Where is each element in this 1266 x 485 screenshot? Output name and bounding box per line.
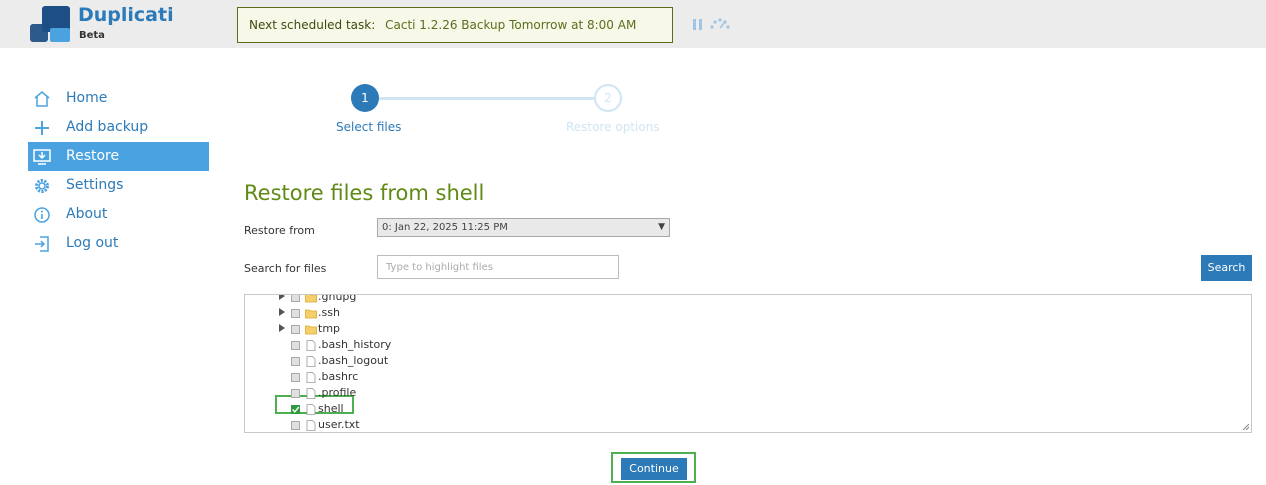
tree-row-label: .gnupg bbox=[318, 294, 357, 303]
continue-button[interactable]: Continue bbox=[621, 458, 687, 480]
folder-icon bbox=[305, 325, 317, 335]
gear-icon bbox=[35, 179, 49, 193]
sidebar-item-add-backup[interactable]: Add backup bbox=[28, 113, 209, 142]
tree-row[interactable]: tmp bbox=[245, 321, 1245, 337]
restore-icon bbox=[33, 149, 51, 165]
checkbox[interactable] bbox=[291, 341, 300, 350]
tree-row-label: shell bbox=[318, 402, 344, 415]
search-button[interactable]: Search bbox=[1201, 255, 1252, 281]
sidebar-item-label: Add backup bbox=[66, 119, 149, 135]
expand-arrow-icon[interactable] bbox=[279, 308, 285, 316]
sidebar-item-label: Settings bbox=[66, 177, 124, 193]
file-icon bbox=[306, 420, 316, 431]
plus-icon bbox=[35, 121, 49, 135]
sidebar-nav: Home Add backup Restore Settings About L… bbox=[28, 84, 209, 258]
app-title: Duplicati bbox=[78, 4, 174, 26]
checkbox[interactable] bbox=[291, 295, 300, 302]
info-icon bbox=[34, 207, 50, 223]
sidebar-item-label: Restore bbox=[66, 148, 120, 164]
app-subtitle: Beta bbox=[79, 30, 105, 41]
folder-icon bbox=[305, 295, 317, 303]
tree-row[interactable]: shell bbox=[245, 401, 1245, 417]
checkbox[interactable] bbox=[291, 389, 300, 398]
tree-row[interactable]: .ssh bbox=[245, 305, 1245, 321]
file-icon bbox=[306, 388, 316, 399]
step-1-circle[interactable]: 1 bbox=[351, 84, 379, 112]
scheduled-task-banner: Next scheduled task: Cacti 1.2.26 Backup… bbox=[237, 7, 673, 43]
sidebar-item-label: About bbox=[66, 206, 108, 222]
page-title: Restore files from shell bbox=[244, 181, 485, 205]
sidebar-item-about[interactable]: About bbox=[28, 200, 209, 229]
tree-row[interactable]: .gnupg bbox=[245, 294, 1245, 305]
tree-row[interactable]: .bash_logout bbox=[245, 353, 1245, 369]
sidebar-item-settings[interactable]: Settings bbox=[28, 171, 209, 200]
pause-icon[interactable] bbox=[693, 19, 703, 30]
sidebar-item-home[interactable]: Home bbox=[28, 84, 209, 113]
checkbox[interactable] bbox=[291, 357, 300, 366]
search-input[interactable] bbox=[377, 255, 619, 279]
search-label: Search for files bbox=[244, 262, 327, 275]
expand-arrow-icon[interactable] bbox=[279, 295, 285, 300]
tree-row-label: .bash_logout bbox=[318, 354, 389, 367]
checkbox[interactable] bbox=[291, 373, 300, 382]
tree-row-label: .ssh bbox=[318, 306, 340, 319]
top-header: Duplicati Beta Next scheduled task: Cact… bbox=[0, 0, 1266, 48]
sidebar-item-label: Home bbox=[66, 90, 108, 106]
tree-row[interactable]: .bash_history bbox=[245, 337, 1245, 353]
duplicati-logo-icon bbox=[30, 6, 70, 42]
tree-row[interactable]: .bashrc bbox=[245, 369, 1245, 385]
file-tree[interactable]: .gnupg .ssh tmp .bash_history .bash_logout .b… bbox=[244, 294, 1252, 433]
expand-arrow-icon[interactable] bbox=[279, 324, 285, 332]
sidebar-item-logout[interactable]: Log out bbox=[28, 229, 209, 258]
file-icon bbox=[306, 340, 316, 351]
scheduled-task-label: Next scheduled task: bbox=[249, 18, 376, 32]
step-1-label[interactable]: Select files bbox=[336, 120, 401, 134]
file-icon bbox=[306, 356, 316, 367]
sidebar-item-restore[interactable]: Restore bbox=[28, 142, 209, 171]
stepper-connector bbox=[379, 97, 594, 100]
checkbox[interactable] bbox=[291, 421, 300, 430]
restore-from-value: 0: Jan 22, 2025 11:25 PM bbox=[382, 222, 508, 233]
tree-row-label: .bashrc bbox=[318, 370, 359, 383]
restore-from-label: Restore from bbox=[244, 224, 315, 237]
restore-from-select[interactable]: 0: Jan 22, 2025 11:25 PM ▼ bbox=[377, 218, 670, 237]
chevron-down-icon: ▼ bbox=[658, 222, 665, 232]
home-icon bbox=[34, 91, 50, 107]
tree-row-label: .bash_history bbox=[318, 338, 392, 351]
tree-row-label: .profile bbox=[318, 386, 357, 399]
tree-row-label: tmp bbox=[318, 322, 341, 335]
file-icon bbox=[306, 404, 316, 415]
tree-row[interactable]: user.txt bbox=[245, 417, 1245, 432]
folder-icon bbox=[305, 309, 317, 319]
logout-icon bbox=[35, 236, 49, 252]
tree-row[interactable]: .profile bbox=[245, 385, 1245, 401]
file-icon bbox=[306, 372, 316, 383]
tree-row-label: user.txt bbox=[318, 418, 360, 431]
checkbox[interactable] bbox=[291, 309, 300, 318]
throttle-speed-icon[interactable] bbox=[709, 18, 731, 30]
checkbox[interactable] bbox=[291, 325, 300, 334]
scheduled-task-value: Cacti 1.2.26 Backup Tomorrow at 8:00 AM bbox=[385, 18, 637, 32]
sidebar-item-label: Log out bbox=[66, 235, 119, 251]
checkbox-checked[interactable] bbox=[291, 405, 300, 414]
step-2-circle[interactable]: 2 bbox=[594, 84, 622, 112]
step-2-label[interactable]: Restore options bbox=[566, 120, 660, 134]
